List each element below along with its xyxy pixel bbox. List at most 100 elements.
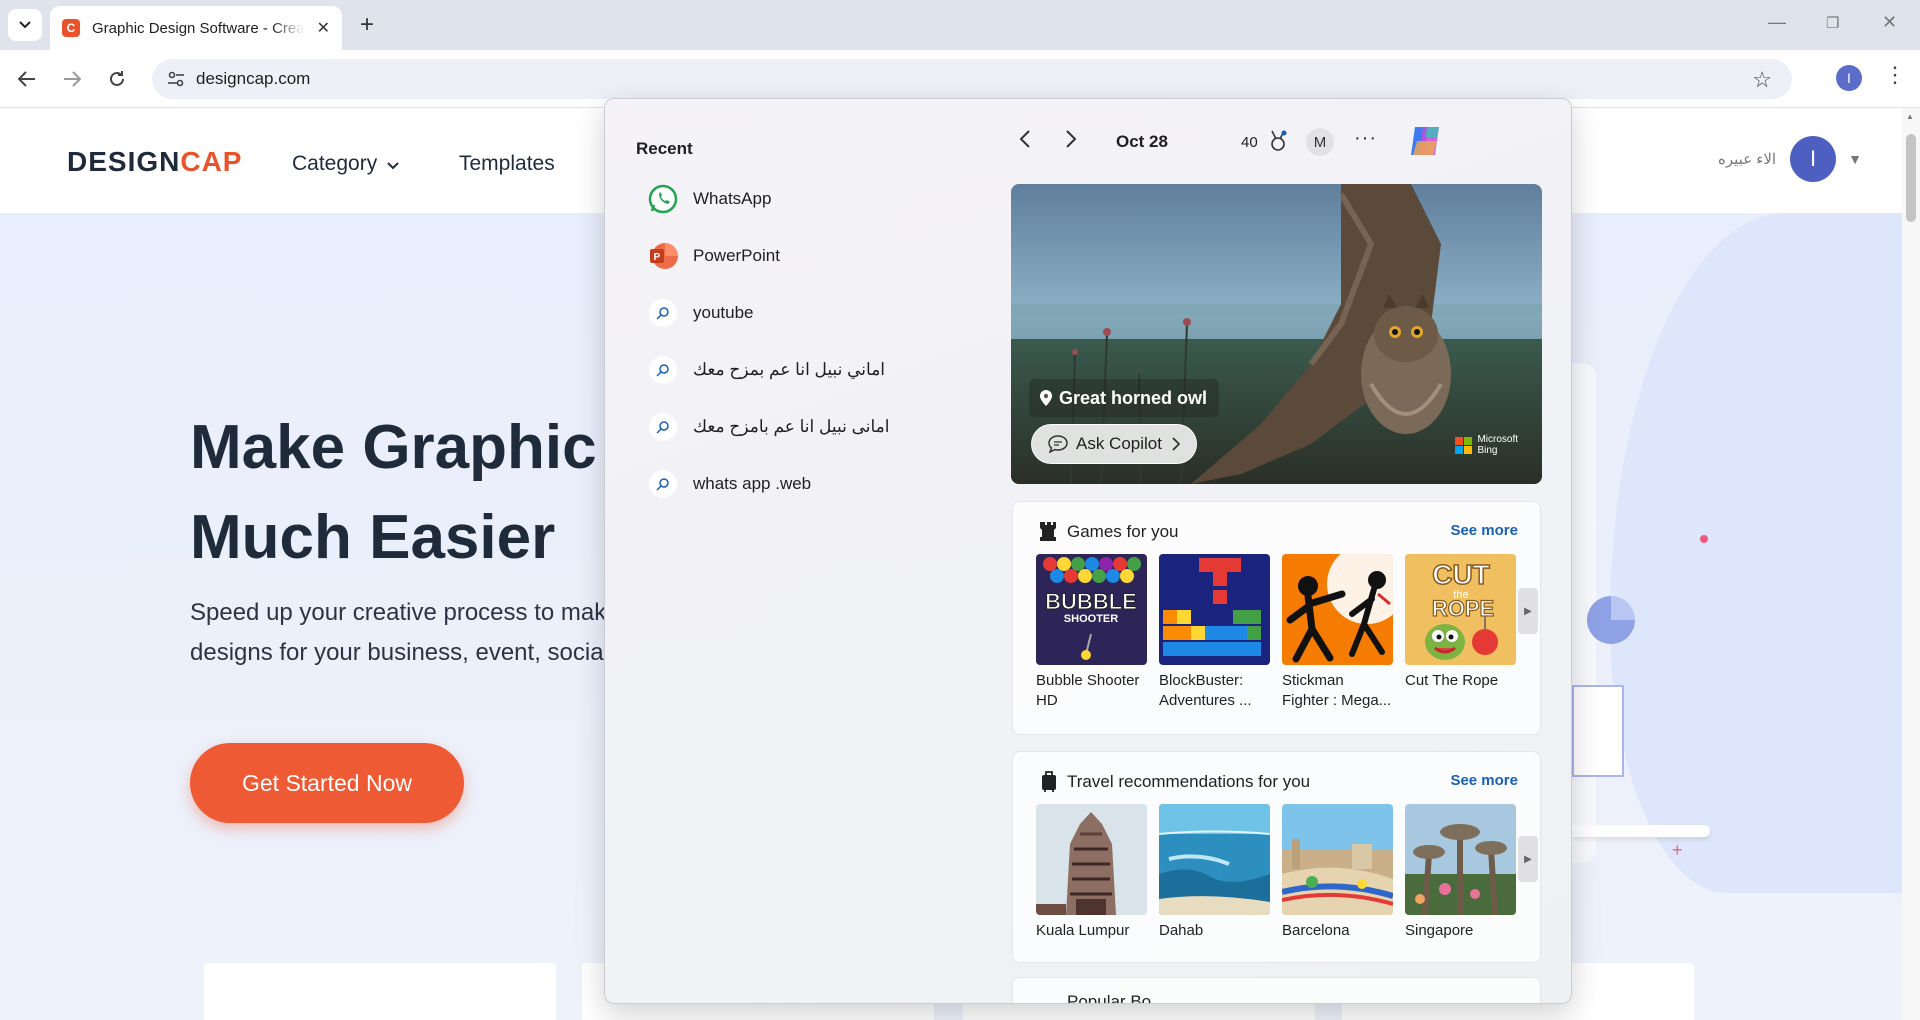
travel-tile[interactable]: Barcelona: [1282, 804, 1393, 941]
account-avatar[interactable]: M: [1306, 128, 1334, 156]
caret-down-icon[interactable]: ▼: [1848, 151, 1862, 167]
arrow-left-icon: [18, 71, 35, 87]
cut-the-rope-thumbnail: CUT the ROPE: [1405, 554, 1516, 665]
tab-search-button[interactable]: [8, 9, 42, 41]
browser-menu-icon[interactable]: ⋮: [1884, 64, 1906, 86]
more-options-icon[interactable]: ···: [1354, 127, 1377, 150]
profile-avatar[interactable]: I: [1836, 65, 1862, 91]
nav-category[interactable]: Category: [292, 152, 399, 176]
close-tab-icon[interactable]: ✕: [317, 18, 330, 38]
chevron-right-icon[interactable]: [1065, 129, 1077, 155]
hero-subtitle-line1: Speed up your creative process to make: [190, 599, 620, 626]
game-tile[interactable]: BlockBuster: Adventures ...: [1159, 554, 1270, 711]
chevron-down-icon: [19, 21, 31, 29]
chess-rook-icon: [1040, 522, 1056, 541]
red-dot-decoration: [1700, 535, 1708, 543]
game-tile[interactable]: Stickman Fighter : Mega...: [1282, 554, 1393, 711]
background-blob: [1610, 213, 1902, 893]
search-icon-wrap: [647, 468, 679, 500]
svg-text:P: P: [654, 252, 661, 263]
recent-item-powerpoint[interactable]: P PowerPoint: [647, 236, 987, 276]
travel-widget-title: Travel recommendations for you: [1067, 772, 1311, 791]
location-pin-icon: [1040, 390, 1052, 406]
tab-title: Graphic Design Software - Crea: [92, 19, 304, 37]
games-see-more-link[interactable]: See more: [1450, 522, 1518, 539]
recent-search-item[interactable]: امانى نبيل انا عم بامزح معك: [647, 407, 987, 447]
travel-tile[interactable]: Singapore: [1405, 804, 1516, 941]
user-avatar[interactable]: I: [1790, 136, 1837, 182]
recent-search-item[interactable]: اماني نبيل انا عم بمزح معك: [647, 350, 987, 390]
new-tab-button[interactable]: +: [352, 10, 382, 40]
copilot-icon[interactable]: [1405, 121, 1445, 161]
rewards-points[interactable]: 40: [1241, 134, 1258, 151]
rewards-medal-icon[interactable]: [1267, 129, 1289, 153]
recent-item-whatsapp[interactable]: WhatsApp: [647, 179, 987, 219]
travel-tile[interactable]: Dahab: [1159, 804, 1270, 941]
destination-name: Barcelona: [1282, 922, 1350, 939]
suitcase-icon: [1042, 771, 1056, 792]
search-icon: [649, 356, 677, 384]
hero-title-line2: Much Easier: [190, 503, 556, 572]
recent-item-label: امانى نبيل انا عم بامزح معك: [693, 417, 890, 436]
dahab-thumbnail: [1159, 804, 1270, 915]
reload-icon: [110, 71, 124, 86]
site-settings-icon[interactable]: [166, 69, 186, 89]
chevron-left-icon[interactable]: [1019, 129, 1031, 155]
games-scroll-right-button[interactable]: ▶: [1518, 588, 1538, 634]
travel-scroll-right-button[interactable]: ▶: [1518, 836, 1538, 882]
user-menu[interactable]: الاء عبيره I ▼: [1718, 136, 1862, 182]
barcelona-thumbnail: [1282, 804, 1393, 915]
game-tile[interactable]: BUBBLE SHOOTER Bubble Shooter HD: [1036, 554, 1147, 711]
blockbuster-thumbnail: [1159, 554, 1270, 665]
scroll-up-icon[interactable]: ▲: [1906, 112, 1914, 121]
plus-decoration: +: [1672, 840, 1683, 860]
search-icon-wrap: [647, 411, 679, 443]
next-widget-title: Popular Bo...: [1067, 992, 1166, 1004]
scrollbar-thumb[interactable]: [1906, 134, 1916, 222]
destination-name: Dahab: [1159, 922, 1204, 939]
recent-search-item[interactable]: youtube: [647, 293, 987, 333]
featured-image-card[interactable]: Great horned owl Ask Copilot Microsoft B…: [1011, 184, 1542, 484]
laptop-base-illustration: [1572, 825, 1710, 837]
reload-button[interactable]: [102, 64, 132, 94]
forward-button[interactable]: [57, 64, 87, 94]
next-widget: Popular Bo...: [1012, 977, 1541, 1004]
close-window-icon[interactable]: ✕: [1882, 12, 1897, 33]
recent-item-label: whats app .web: [693, 474, 812, 493]
chevron-right-icon: [1172, 437, 1180, 451]
active-tab[interactable]: C Graphic Design Software - Crea ✕: [50, 6, 342, 50]
recent-search-item[interactable]: whats app .web: [647, 464, 987, 504]
kuala-lumpur-thumbnail: [1036, 804, 1147, 915]
minimize-icon[interactable]: —: [1768, 12, 1786, 33]
get-started-button[interactable]: Get Started Now: [190, 743, 464, 823]
image-caption[interactable]: Great horned owl: [1029, 379, 1220, 417]
restore-icon[interactable]: ❐: [1826, 14, 1839, 32]
ask-copilot-label: Ask Copilot: [1076, 434, 1162, 453]
designcap-logo[interactable]: DESIGNCAP: [67, 146, 242, 178]
widgets-panel: Recent WhatsApp P PowerPoint youtube اما…: [604, 98, 1572, 1004]
designcap-favicon-icon: C: [62, 19, 80, 37]
browser-tab-strip: C Graphic Design Software - Crea ✕ + — ❐…: [0, 0, 1920, 50]
hero-subtitle: Speed up your creative process to make d…: [190, 593, 620, 673]
back-button[interactable]: [12, 64, 42, 94]
hero-title-line1: Make Graphic I: [190, 413, 632, 482]
destination-name: Singapore: [1405, 922, 1474, 939]
travel-tile[interactable]: Kuala Lumpur: [1036, 804, 1147, 941]
game-tile[interactable]: CUT the ROPE Cut The Rope: [1405, 554, 1516, 691]
bing-line1: Microsoft: [1477, 434, 1518, 445]
nav-templates[interactable]: Templates: [459, 152, 555, 176]
hero-title: Make Graphic I Much Easier: [190, 403, 631, 583]
chat-bubble-icon: [1048, 435, 1068, 453]
page-scrollbar[interactable]: ▲: [1902, 108, 1920, 1020]
search-icon-wrap: [647, 354, 679, 386]
games-widget-title: Games for you: [1067, 522, 1179, 541]
microsoft-bing-logo: Microsoft Bing: [1455, 434, 1518, 456]
travel-see-more-link[interactable]: See more: [1450, 772, 1518, 789]
address-bar[interactable]: designcap.com ☆: [152, 59, 1792, 99]
url-text: designcap.com: [196, 69, 311, 88]
ask-copilot-button[interactable]: Ask Copilot: [1031, 424, 1197, 464]
stickman-fighter-thumbnail: [1282, 554, 1393, 665]
bookmark-star-icon[interactable]: ☆: [1752, 67, 1772, 93]
bing-line2: Bing: [1477, 445, 1498, 456]
recent-heading: Recent: [636, 139, 693, 158]
